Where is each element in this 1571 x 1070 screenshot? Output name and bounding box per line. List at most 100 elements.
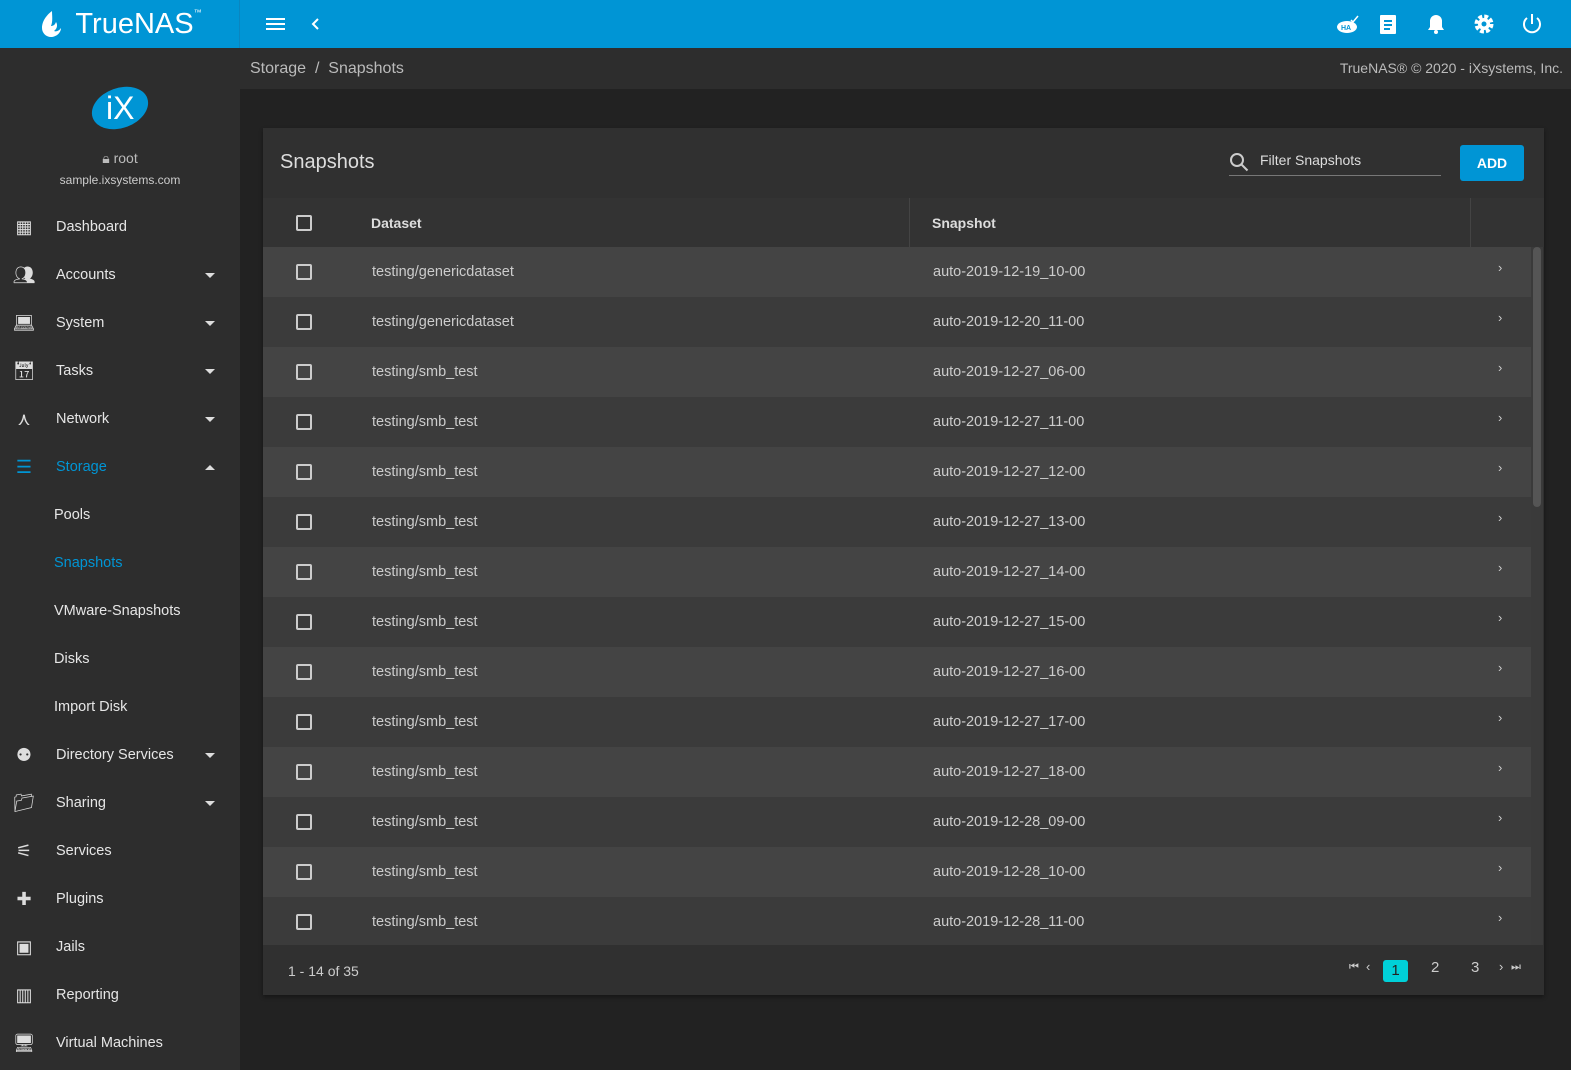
bell-icon[interactable] <box>1424 12 1448 36</box>
sidebar-item-services[interactable]: ⚟ Services <box>0 827 240 875</box>
dataset-cell: testing/smb_test <box>372 714 478 730</box>
sidebar-item-reporting[interactable]: ▥ Reporting <box>0 971 240 1019</box>
row-checkbox[interactable] <box>296 364 312 380</box>
sidebar-subitem-disks[interactable]: Disks <box>0 635 240 683</box>
expand-chevron-icon[interactable]: › <box>1498 810 1502 825</box>
table-row[interactable]: testing/smb_test auto-2019-12-27_06-00 › <box>263 347 1531 397</box>
table-row[interactable]: testing/smb_test auto-2019-12-27_16-00 › <box>263 647 1531 697</box>
sidebar-subitem-pools[interactable]: Pools <box>0 491 240 539</box>
last-page-icon[interactable]: ⏭︎ <box>1511 961 1521 974</box>
expand-chevron-icon[interactable]: › <box>1498 760 1502 775</box>
column-dataset[interactable]: Dataset <box>371 215 422 231</box>
expand-chevron-icon[interactable]: › <box>1498 460 1502 475</box>
row-checkbox[interactable] <box>296 764 312 780</box>
table-row[interactable]: testing/smb_test auto-2019-12-28_11-00 › <box>263 897 1531 945</box>
table-row[interactable]: testing/smb_test auto-2019-12-27_14-00 › <box>263 547 1531 597</box>
sidebar-item-tasks[interactable]: 📅︎ Tasks <box>0 347 240 395</box>
sidebar-subitem-snapshots[interactable]: Snapshots <box>0 539 240 587</box>
sidebar-item-storage[interactable]: ☰ Storage <box>0 443 240 491</box>
prev-page-icon[interactable]: ‹ <box>1366 959 1370 974</box>
row-checkbox[interactable] <box>296 814 312 830</box>
row-checkbox[interactable] <box>296 414 312 430</box>
row-checkbox[interactable] <box>296 914 312 930</box>
table-row[interactable]: testing/genericdataset auto-2019-12-19_10… <box>263 247 1531 297</box>
clipboard-icon[interactable] <box>1376 12 1400 36</box>
row-checkbox[interactable] <box>296 314 312 330</box>
power-icon[interactable] <box>1520 12 1544 36</box>
table-row[interactable]: testing/smb_test auto-2019-12-27_11-00 › <box>263 397 1531 447</box>
expand-chevron-icon[interactable]: › <box>1498 610 1502 625</box>
table-row[interactable]: testing/genericdataset auto-2019-12-20_11… <box>263 297 1531 347</box>
expand-chevron-icon[interactable]: › <box>1498 410 1502 425</box>
filter-input[interactable] <box>1260 152 1435 168</box>
ix-logo: iX <box>85 79 155 137</box>
sidebar-item-dashboard[interactable]: ▦ Dashboard <box>0 203 240 251</box>
scrollbar[interactable] <box>1531 247 1543 945</box>
row-checkbox[interactable] <box>296 714 312 730</box>
table-row[interactable]: testing/smb_test auto-2019-12-27_12-00 › <box>263 447 1531 497</box>
sidebar-item-sharing[interactable]: 📁︎ Sharing <box>0 779 240 827</box>
expand-chevron-icon[interactable]: › <box>1498 360 1502 375</box>
table-row[interactable]: testing/smb_test auto-2019-12-27_13-00 › <box>263 497 1531 547</box>
sidebar-item-label: Tasks <box>56 363 94 379</box>
column-snapshot[interactable]: Snapshot <box>932 215 996 231</box>
select-all-checkbox[interactable] <box>296 215 312 231</box>
row-checkbox[interactable] <box>296 864 312 880</box>
expand-chevron-icon[interactable]: › <box>1498 510 1502 525</box>
menu-icon[interactable] <box>264 12 288 36</box>
sidebar-item-plugins[interactable]: ✚ Plugins <box>0 875 240 923</box>
expand-chevron-icon[interactable]: › <box>1498 310 1502 325</box>
sidebar-item-accounts[interactable]: 👥︎ Accounts <box>0 251 240 299</box>
scrollbar-thumb[interactable] <box>1533 247 1541 507</box>
table-row[interactable]: testing/smb_test auto-2019-12-28_10-00 › <box>263 847 1531 897</box>
row-checkbox[interactable] <box>296 664 312 680</box>
page-2[interactable]: 2 <box>1431 959 1439 976</box>
sidebar-item-system[interactable]: 💻︎ System <box>0 299 240 347</box>
sidebar-item-label: Plugins <box>56 891 104 907</box>
sidebar-subitem-label: Pools <box>54 507 91 523</box>
row-checkbox[interactable] <box>296 564 312 580</box>
sidebar-item-network[interactable]: ⋏ Network <box>0 395 240 443</box>
host-name: sample.ixsystems.com <box>59 173 181 187</box>
dataset-cell: testing/smb_test <box>372 564 478 580</box>
row-checkbox[interactable] <box>296 264 312 280</box>
table-row[interactable]: testing/smb_test auto-2019-12-28_09-00 › <box>263 797 1531 847</box>
calendar-icon: 📅︎ <box>12 360 36 381</box>
first-page-icon[interactable]: ⏮︎ <box>1349 961 1359 974</box>
sidebar-subitem-vmware-snapshots[interactable]: VMware-Snapshots <box>0 587 240 635</box>
expand-chevron-icon[interactable]: › <box>1498 860 1502 875</box>
sidebar-item-virtual-machines[interactable]: 🖥︎ Virtual Machines <box>0 1019 240 1067</box>
next-page-icon[interactable]: › <box>1499 959 1503 974</box>
sidebar-item-jails[interactable]: ▣ Jails <box>0 923 240 971</box>
gear-icon[interactable] <box>1472 12 1496 36</box>
column-divider <box>1470 198 1471 247</box>
page-1[interactable]: 1 <box>1383 960 1408 982</box>
add-button[interactable]: ADD <box>1460 145 1524 181</box>
page-3[interactable]: 3 <box>1471 959 1479 976</box>
ha-icon[interactable]: HA <box>1336 12 1360 36</box>
collapse-chevron-left-icon[interactable] <box>304 12 328 36</box>
row-checkbox[interactable] <box>296 514 312 530</box>
expand-chevron-icon[interactable]: › <box>1498 660 1502 675</box>
row-checkbox[interactable] <box>296 614 312 630</box>
expand-chevron-icon[interactable]: › <box>1498 710 1502 725</box>
breadcrumb-storage[interactable]: Storage <box>250 60 306 77</box>
row-checkbox[interactable] <box>296 464 312 480</box>
table-row[interactable]: testing/smb_test auto-2019-12-27_17-00 › <box>263 697 1531 747</box>
expand-chevron-icon[interactable]: › <box>1498 560 1502 575</box>
sidebar-item-directory-services[interactable]: ⚉ Directory Services <box>0 731 240 779</box>
snapshot-cell: auto-2019-12-27_12-00 <box>933 464 1086 480</box>
snapshot-cell: auto-2019-12-19_10-00 <box>933 264 1086 280</box>
table-row[interactable]: testing/smb_test auto-2019-12-27_18-00 › <box>263 747 1531 797</box>
expand-chevron-icon[interactable]: › <box>1498 260 1502 275</box>
dataset-cell: testing/genericdataset <box>372 314 514 330</box>
sidebar-subitem-import disk[interactable]: Import Disk <box>0 683 240 731</box>
snapshot-cell: auto-2019-12-27_17-00 <box>933 714 1086 730</box>
truenas-logo[interactable]: TrueNAS™ <box>0 0 240 48</box>
filter-field <box>1229 148 1441 176</box>
table-row[interactable]: testing/smb_test auto-2019-12-27_15-00 › <box>263 597 1531 647</box>
dataset-cell: testing/smb_test <box>372 914 478 930</box>
search-icon <box>1230 153 1249 172</box>
storage-icon: ☰ <box>15 456 33 477</box>
expand-chevron-icon[interactable]: › <box>1498 910 1502 925</box>
